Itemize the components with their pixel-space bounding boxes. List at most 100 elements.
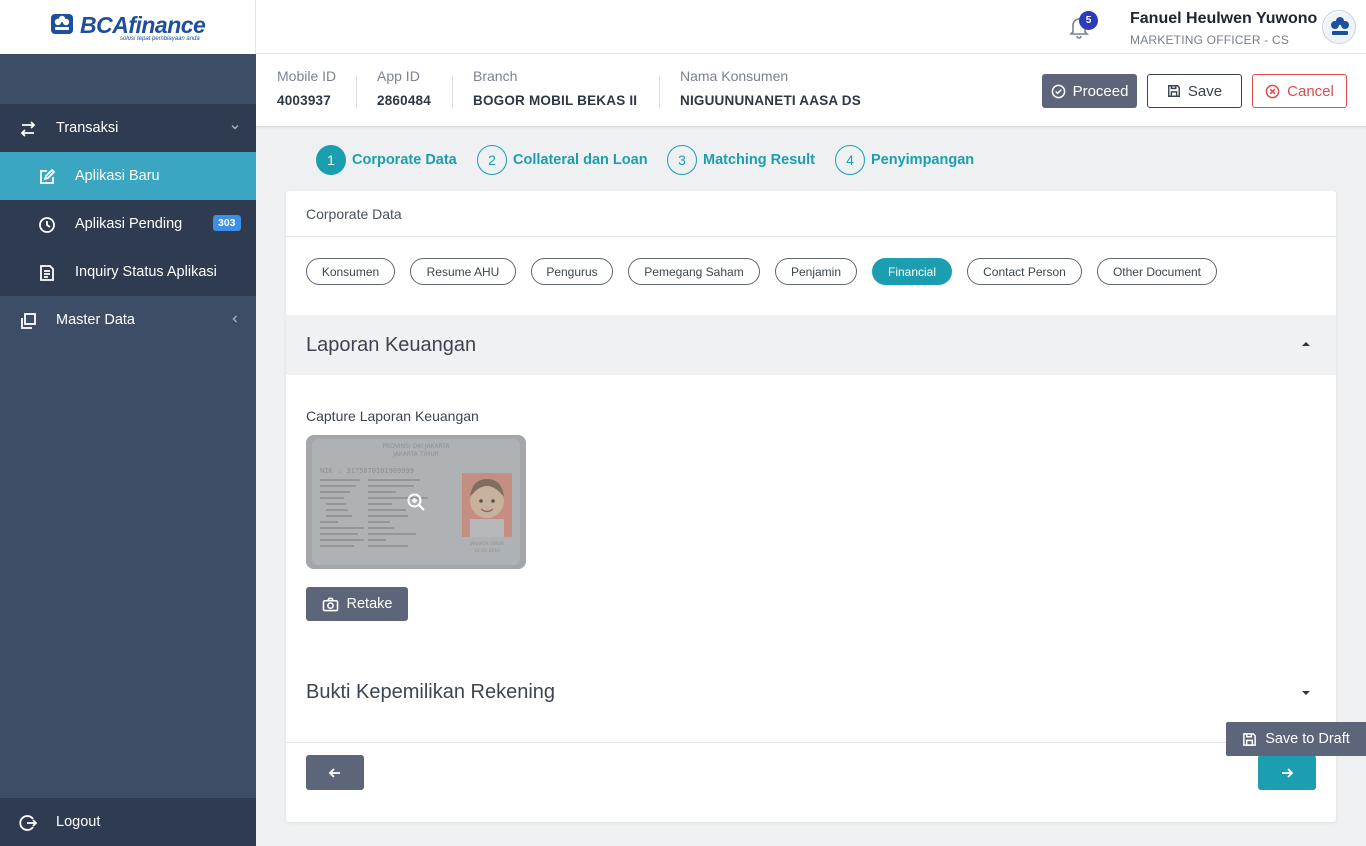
tab-resume-ahu[interactable]: Resume AHU [410,258,516,285]
sidebar-item-inquiry-status[interactable]: Inquiry Status Aplikasi [0,248,256,296]
sidebar-item-transaksi[interactable]: Transaksi [0,104,256,152]
tab-financial[interactable]: Financial [872,258,952,285]
notification-badge: 5 [1079,11,1098,30]
chevron-left-icon [232,315,237,323]
tab-konsumen[interactable]: Konsumen [306,258,395,285]
sidebar-item-label: Master Data [56,312,135,328]
step-corporate-data[interactable]: 1 Corporate Data [316,145,457,175]
retake-button[interactable]: Retake [306,587,408,621]
retake-label: Retake [346,596,393,612]
card-city: JAKARTA TIMUR [392,451,439,458]
step-label: Collateral dan Loan [513,152,648,168]
laporan-keuangan-header[interactable]: Laporan Keuangan [286,315,1336,375]
caret-up-icon [1302,342,1310,346]
step-label: Penyimpangan [871,152,975,168]
arrow-left-icon [328,767,340,778]
zoom-in-icon[interactable] [406,492,426,512]
app-id-value: 2860484 [377,93,431,108]
card-province: PROVINSI DKI JAKARTA [382,443,450,450]
brand-tagline: solusi tepat pembiayaan anda [120,36,200,42]
app-id-field: App ID 2860484 [377,68,431,108]
nama-konsumen-value: NIGUUNUNANETI AASA DS [680,93,861,108]
sidebar-item-aplikasi-baru[interactable]: Aplikasi Baru [0,152,256,200]
sidebar-item-master-data[interactable]: Master Data [0,296,256,344]
chevron-down-icon [231,125,239,130]
save-to-draft-label: Save to Draft [1265,731,1350,747]
logout-label: Logout [56,814,101,830]
step-matching-result[interactable]: 3 Matching Result [667,145,815,175]
check-circle-icon [1051,84,1065,98]
step-label: Matching Result [703,152,815,168]
brand-logo[interactable]: BCAfinance solusi tepat pembiayaan anda [80,12,206,42]
edit-square-icon [40,168,56,184]
branch-field: Branch BOGOR MOBIL BEKAS II [473,68,637,108]
proceed-button[interactable]: Proceed [1042,74,1137,108]
save-button[interactable]: Save [1147,74,1242,108]
card-title: Corporate Data [306,206,402,222]
tab-pemegang-saham[interactable]: Pemegang Saham [628,258,760,285]
next-button[interactable] [1258,755,1316,790]
caret-down-icon[interactable] [1302,691,1310,695]
camera-icon [322,597,338,611]
user-role: MARKETING OFFICER - CS [1130,33,1290,47]
clock-icon [39,217,55,233]
save-to-draft-button[interactable]: Save to Draft [1226,722,1366,756]
step-number: 1 [316,145,346,175]
back-button[interactable] [306,755,364,790]
step-penyimpangan[interactable]: 4 Penyimpangan [835,145,974,175]
swap-arrows-icon [20,121,36,137]
mobile-id-value: 4003937 [277,93,331,108]
captured-document-thumbnail[interactable]: PROVINSI DKI JAKARTA JAKARTA TIMUR NIK :… [306,435,526,569]
sidebar-item-aplikasi-pending[interactable]: Aplikasi Pending 303 [0,200,256,248]
bca-logo-icon [50,12,74,36]
card-sign-city: JAKARTA TIMUR [469,541,504,547]
arrow-right-icon [1282,767,1294,778]
brand-name: BCAfinance [80,12,206,38]
divider [659,76,660,108]
step-number: 3 [667,145,697,175]
tab-contact-person[interactable]: Contact Person [967,258,1082,285]
mobile-id-label: Mobile ID [277,68,337,84]
corporate-data-card: Corporate Data Konsumen Resume AHU Pengu… [286,191,1336,822]
app-id-label: App ID [377,68,420,84]
sidebar-item-label: Aplikasi Baru [75,168,160,184]
step-collateral-loan[interactable]: 2 Collateral dan Loan [477,145,648,175]
tab-other-document[interactable]: Other Document [1097,258,1217,285]
floppy-disk-icon [1243,732,1257,746]
card-nik-label: NIK [320,467,333,475]
top-header: 5 Fanuel Heulwen Yuwono MARKETING OFFICE… [256,0,1366,54]
nama-konsumen-label: Nama Konsumen [680,68,789,84]
bukti-kepemilikan-rekening-header[interactable]: Bukti Kepemilikan Rekening [306,681,555,704]
bca-avatar-icon [1324,12,1355,43]
avatar[interactable] [1322,10,1356,44]
sidebar-item-label: Transaksi [56,120,119,136]
sidebar-item-label: Inquiry Status Aplikasi [75,264,217,280]
x-circle-icon [1265,84,1280,98]
logout-button[interactable]: Logout [0,798,256,846]
sidebar-item-label: Aplikasi Pending [75,216,183,232]
branch-label: Branch [473,68,518,84]
divider [356,76,357,108]
sidebar: BCAfinance solusi tepat pembiayaan anda … [0,0,256,846]
divider [286,742,1336,743]
floppy-disk-icon [1167,85,1180,97]
logout-icon [19,815,37,831]
logo-area: BCAfinance solusi tepat pembiayaan anda [0,0,256,54]
card-nik: : 3175070101909999 [338,467,414,475]
tab-pengurus[interactable]: Pengurus [531,258,613,285]
divider [452,76,453,108]
cancel-button[interactable]: Cancel [1252,74,1347,108]
tab-penjamin[interactable]: Penjamin [775,258,857,285]
card-sign-date: 12-02-2014 [474,548,500,554]
section-title: Laporan Keuangan [306,334,477,356]
save-label: Save [1187,82,1223,100]
document-list-icon [40,265,54,281]
pending-count-badge: 303 [213,215,241,231]
cancel-label: Cancel [1287,82,1334,100]
capture-label: Capture Laporan Keuangan [306,408,479,424]
nama-konsumen-field: Nama Konsumen NIGUUNUNANETI AASA DS [680,68,861,108]
step-number: 2 [477,145,507,175]
step-number: 4 [835,145,865,175]
branch-value: BOGOR MOBIL BEKAS II [473,93,638,108]
application-info-bar: Mobile ID 4003937 App ID 2860484 Branch … [256,54,1366,127]
